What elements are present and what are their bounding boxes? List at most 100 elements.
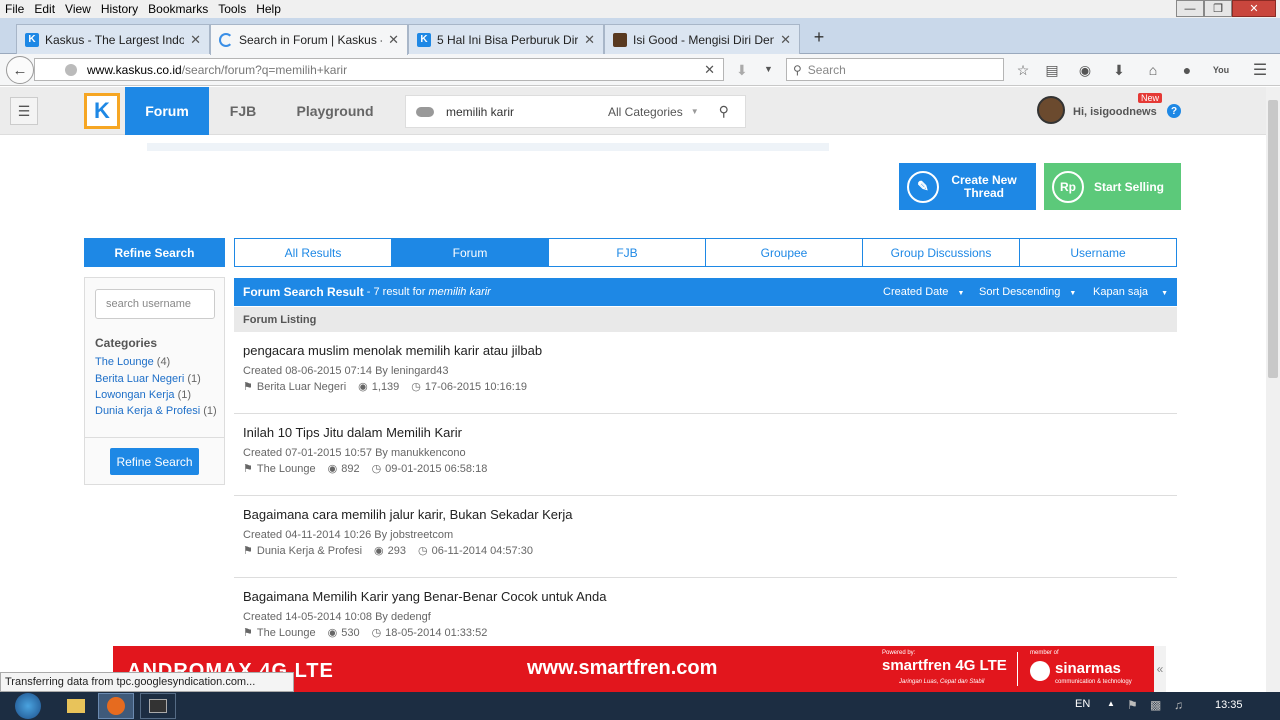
download-arrow-icon[interactable]: ⬇ bbox=[736, 62, 748, 79]
menu-edit[interactable]: Edit bbox=[29, 2, 60, 16]
taskbar-explorer[interactable] bbox=[58, 693, 94, 719]
ad-sinarmas-sub: communication & technology bbox=[1055, 679, 1132, 685]
magnifier-icon: ⚲ bbox=[793, 62, 802, 77]
category-link-lowongan-kerja[interactable]: Lowongan Kerja (1) bbox=[95, 389, 191, 401]
menu-help[interactable]: Help bbox=[251, 2, 286, 16]
ad-collapse-button[interactable]: « bbox=[1154, 646, 1166, 692]
tab-search-forum[interactable]: Search in Forum | Kaskus - ... ✕ bbox=[210, 24, 408, 55]
start-button[interactable] bbox=[8, 693, 48, 719]
scrollbar-thumb[interactable] bbox=[1268, 100, 1278, 378]
window-app-icon bbox=[149, 699, 167, 713]
minimize-icon[interactable]: — bbox=[1176, 0, 1204, 17]
thread-title-link[interactable]: Bagaimana cara memilih jalur karir, Buka… bbox=[243, 507, 573, 522]
clear-url-icon[interactable]: ✕ bbox=[704, 62, 715, 78]
thread-category[interactable]: The Lounge bbox=[257, 463, 316, 475]
search-icon[interactable]: ⚲ bbox=[719, 103, 729, 120]
tab-label: 5 Hal Ini Bisa Perburuk Diri... bbox=[437, 32, 579, 47]
reading-list-icon[interactable]: ▤ bbox=[1044, 62, 1060, 78]
clock-icon: ◷ bbox=[418, 545, 428, 557]
tab-username[interactable]: Username bbox=[1019, 238, 1177, 267]
nav-fjb[interactable]: FJB bbox=[218, 87, 268, 135]
tab-close-icon[interactable]: ✕ bbox=[190, 32, 201, 48]
create-thread-button[interactable]: ✎ Create New Thread bbox=[899, 163, 1036, 210]
sort-created-date-select[interactable]: Created Date ▼ bbox=[883, 286, 964, 298]
tab-all-results[interactable]: All Results bbox=[234, 238, 392, 267]
pocket-icon[interactable]: ◉ bbox=[1077, 62, 1093, 78]
home-icon[interactable]: ⌂ bbox=[1145, 62, 1161, 78]
thread-title-link[interactable]: Bagaimana Memilih Karir yang Benar-Benar… bbox=[243, 589, 606, 604]
dropdown-chevron-icon[interactable]: ▼ bbox=[764, 64, 773, 74]
menu-file[interactable]: File bbox=[0, 2, 29, 16]
tab-close-icon[interactable]: ✕ bbox=[780, 32, 791, 48]
bookmark-star-icon[interactable]: ☆ bbox=[1015, 62, 1031, 78]
new-tab-button[interactable]: + bbox=[808, 26, 830, 48]
list-item: pengacara muslim menolak memilih karir a… bbox=[234, 332, 1177, 414]
flag-icon[interactable]: ⚑ bbox=[1127, 698, 1138, 712]
thread-category[interactable]: Berita Luar Negeri bbox=[257, 381, 346, 393]
taskbar-firefox[interactable] bbox=[98, 693, 134, 719]
thread-meta: ⚑ The Lounge ◉ 892 ◷ 09-01-2015 06:58:18 bbox=[243, 462, 491, 476]
user-greeting[interactable]: Hi, isigoodnews bbox=[1073, 106, 1157, 118]
kaskus-logo[interactable]: K bbox=[84, 93, 120, 129]
language-indicator[interactable]: EN bbox=[1075, 698, 1090, 710]
refine-search-title: Refine Search bbox=[84, 238, 225, 267]
tab-forum[interactable]: Forum bbox=[391, 238, 549, 267]
menu-history[interactable]: History bbox=[96, 2, 143, 16]
tray-expand-icon[interactable]: ▲ bbox=[1107, 699, 1115, 708]
tab-isi-good[interactable]: Isi Good - Mengisi Diri Den... ✕ bbox=[604, 24, 800, 54]
category-select[interactable]: All Categories bbox=[608, 105, 683, 119]
category-count: (1) bbox=[177, 389, 192, 401]
menu-hamburger-icon[interactable]: ☰ bbox=[1252, 62, 1268, 79]
list-item: Bagaimana Memilih Karir yang Benar-Benar… bbox=[234, 578, 1177, 648]
thread-category[interactable]: The Lounge bbox=[257, 627, 316, 639]
clock-icon: ◷ bbox=[411, 381, 421, 393]
avatar[interactable] bbox=[1037, 96, 1065, 124]
network-icon[interactable]: ▩ bbox=[1150, 698, 1161, 712]
tab-close-icon[interactable]: ✕ bbox=[584, 32, 595, 48]
windows-taskbar: EN ▲ ⚑ ▩ ♫ 13:35 bbox=[0, 692, 1280, 720]
time-range-select[interactable]: Kapan saja ▼ bbox=[1093, 286, 1168, 298]
rupiah-icon: Rp bbox=[1052, 170, 1084, 203]
tab-groupee[interactable]: Groupee bbox=[705, 238, 863, 267]
menu-tools[interactable]: Tools bbox=[213, 2, 251, 16]
menu-bookmarks[interactable]: Bookmarks bbox=[143, 2, 213, 16]
category-link-dunia-kerja[interactable]: Dunia Kerja & Profesi (1) bbox=[95, 405, 217, 417]
thread-title-link[interactable]: pengacara muslim menolak memilih karir a… bbox=[243, 343, 542, 358]
category-link-the-lounge[interactable]: The Lounge (4) bbox=[95, 356, 170, 368]
back-button[interactable]: ← bbox=[6, 56, 34, 84]
tab-close-icon[interactable]: ✕ bbox=[388, 32, 399, 48]
thread-title-link[interactable]: Inilah 10 Tips Jitu dalam Memilih Karir bbox=[243, 425, 462, 440]
tab-fjb[interactable]: FJB bbox=[548, 238, 706, 267]
help-icon[interactable]: ? bbox=[1167, 104, 1181, 118]
site-search-input[interactable]: memilih karir bbox=[446, 105, 608, 119]
taskbar-app[interactable] bbox=[140, 693, 176, 719]
close-icon[interactable]: ✕ bbox=[1232, 0, 1276, 17]
thread-created: Created 08-06-2015 07:14 By leningard43 bbox=[243, 365, 449, 377]
category-link-berita-luar-negeri[interactable]: Berita Luar Negeri (1) bbox=[95, 373, 201, 385]
menu-view[interactable]: View bbox=[60, 2, 96, 16]
refine-search-button[interactable]: Refine Search bbox=[110, 448, 199, 475]
sidebar-toggle-button[interactable]: ☰ bbox=[10, 97, 38, 125]
volume-icon[interactable]: ♫ bbox=[1174, 698, 1183, 712]
url-bar[interactable]: www.kaskus.co.id /search/forum?q=memilih… bbox=[34, 58, 724, 81]
youtube-icon[interactable]: You bbox=[1213, 62, 1229, 78]
clock[interactable]: 13:35 bbox=[1215, 699, 1243, 711]
list-item: Inilah 10 Tips Jitu dalam Memilih Karir … bbox=[234, 414, 1177, 496]
thread-category[interactable]: Dunia Kerja & Profesi bbox=[257, 545, 362, 557]
nav-playground[interactable]: Playground bbox=[290, 87, 380, 135]
nav-forum[interactable]: Forum bbox=[125, 87, 209, 135]
start-selling-button[interactable]: Rp Start Selling bbox=[1044, 163, 1181, 210]
username-search-input[interactable]: search username bbox=[95, 289, 215, 319]
tab-kaskus-home[interactable]: K Kaskus - The Largest Indon... ✕ bbox=[16, 24, 210, 54]
tab-5-hal[interactable]: K 5 Hal Ini Bisa Perburuk Diri... ✕ bbox=[408, 24, 604, 54]
sort-order-select[interactable]: Sort Descending ▼ bbox=[979, 286, 1076, 298]
maximize-icon[interactable]: ❐ bbox=[1204, 0, 1232, 17]
window-controls: — ❐ ✕ bbox=[1176, 0, 1276, 17]
chat-icon[interactable]: ● bbox=[1179, 62, 1195, 78]
thread-views: 293 bbox=[387, 544, 407, 557]
tab-group-discussions[interactable]: Group Discussions bbox=[862, 238, 1020, 267]
downloads-icon[interactable]: ⬇ bbox=[1111, 62, 1127, 78]
category-count: (1) bbox=[187, 373, 201, 385]
web-search-input[interactable]: ⚲ Search bbox=[786, 58, 1004, 81]
cloud-icon bbox=[416, 106, 434, 117]
